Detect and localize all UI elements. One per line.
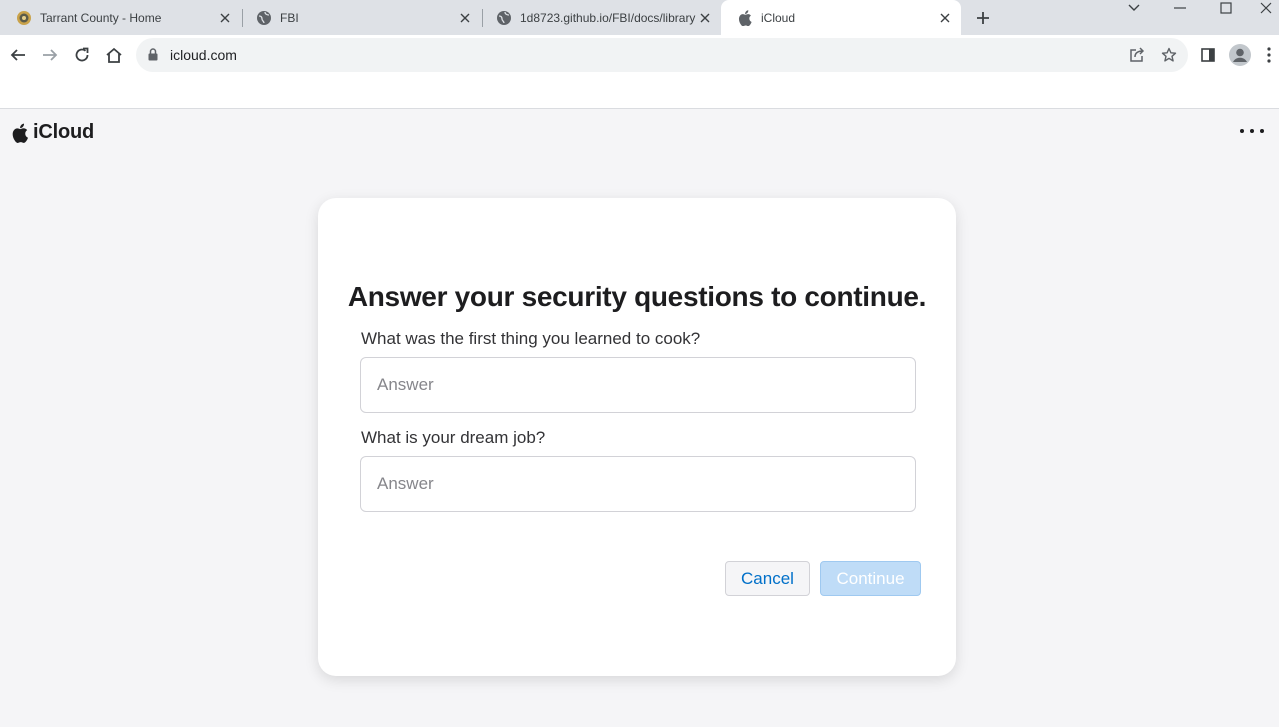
tab-title: Tarrant County - Home — [40, 10, 162, 25]
share-icon[interactable] — [1128, 46, 1146, 64]
url-text[interactable]: icloud.com — [170, 47, 237, 63]
globe-icon — [256, 10, 272, 26]
cancel-button[interactable]: Cancel — [725, 561, 810, 596]
close-tab-icon[interactable] — [937, 10, 953, 26]
minimize-window-icon[interactable] — [1160, 0, 1200, 16]
browser-menu-icon[interactable] — [1259, 41, 1279, 69]
tab-title: iCloud — [761, 10, 796, 25]
tab-title: FBI — [280, 10, 299, 25]
apple-icon — [737, 9, 753, 26]
tab-search-chevron-icon[interactable] — [1114, 0, 1154, 16]
icloud-logo[interactable]: iCloud — [12, 121, 94, 144]
home-icon[interactable] — [100, 41, 128, 69]
close-tab-icon[interactable] — [457, 10, 473, 26]
tab-tarrant-county[interactable]: Tarrant County - Home — [0, 0, 241, 35]
maximize-window-icon[interactable] — [1206, 0, 1246, 16]
question-1-label: What was the first thing you learned to … — [361, 329, 701, 348]
address-bar[interactable]: icloud.com — [136, 38, 1188, 72]
globe-icon — [496, 10, 512, 26]
icloud-page: iCloud Answer your security questions to… — [0, 109, 1279, 727]
bookmark-star-icon[interactable] — [1160, 46, 1178, 64]
new-tab-button[interactable] — [972, 7, 994, 29]
side-panel-icon[interactable] — [1194, 41, 1222, 69]
tab-github-library[interactable]: 1d8723.github.io/FBI/docs/library — [480, 0, 721, 35]
forward-arrow-icon[interactable] — [36, 41, 64, 69]
dialog-heading: Answer your security questions to contin… — [347, 281, 927, 312]
reload-icon[interactable] — [68, 41, 96, 69]
close-tab-icon[interactable] — [697, 10, 713, 26]
security-questions-dialog: Answer your security questions to contin… — [318, 198, 956, 676]
tab-icloud[interactable]: iCloud — [721, 0, 961, 35]
tab-fbi[interactable]: FBI — [240, 0, 481, 35]
bookmarks-bar — [0, 76, 1279, 109]
lock-icon[interactable] — [148, 48, 158, 66]
back-arrow-icon[interactable] — [4, 41, 32, 69]
county-seal-icon — [16, 10, 32, 26]
browser-tab-strip: Tarrant County - Home FBI 1d8723.github.… — [0, 0, 1279, 35]
brand-name: iCloud — [33, 121, 95, 143]
answer-1-input[interactable] — [360, 357, 916, 413]
more-options-icon[interactable] — [1240, 125, 1264, 137]
profile-avatar-icon[interactable] — [1226, 41, 1254, 69]
apple-logo-icon — [12, 123, 28, 143]
continue-button[interactable]: Continue — [820, 561, 921, 596]
browser-toolbar: icloud.com — [0, 35, 1279, 76]
answer-2-input[interactable] — [360, 456, 916, 512]
tab-title: 1d8723.github.io/FBI/docs/library — [520, 10, 696, 25]
question-2-label: What is your dream job? — [361, 428, 546, 447]
close-window-icon[interactable] — [1252, 0, 1279, 16]
close-tab-icon[interactable] — [217, 10, 233, 26]
